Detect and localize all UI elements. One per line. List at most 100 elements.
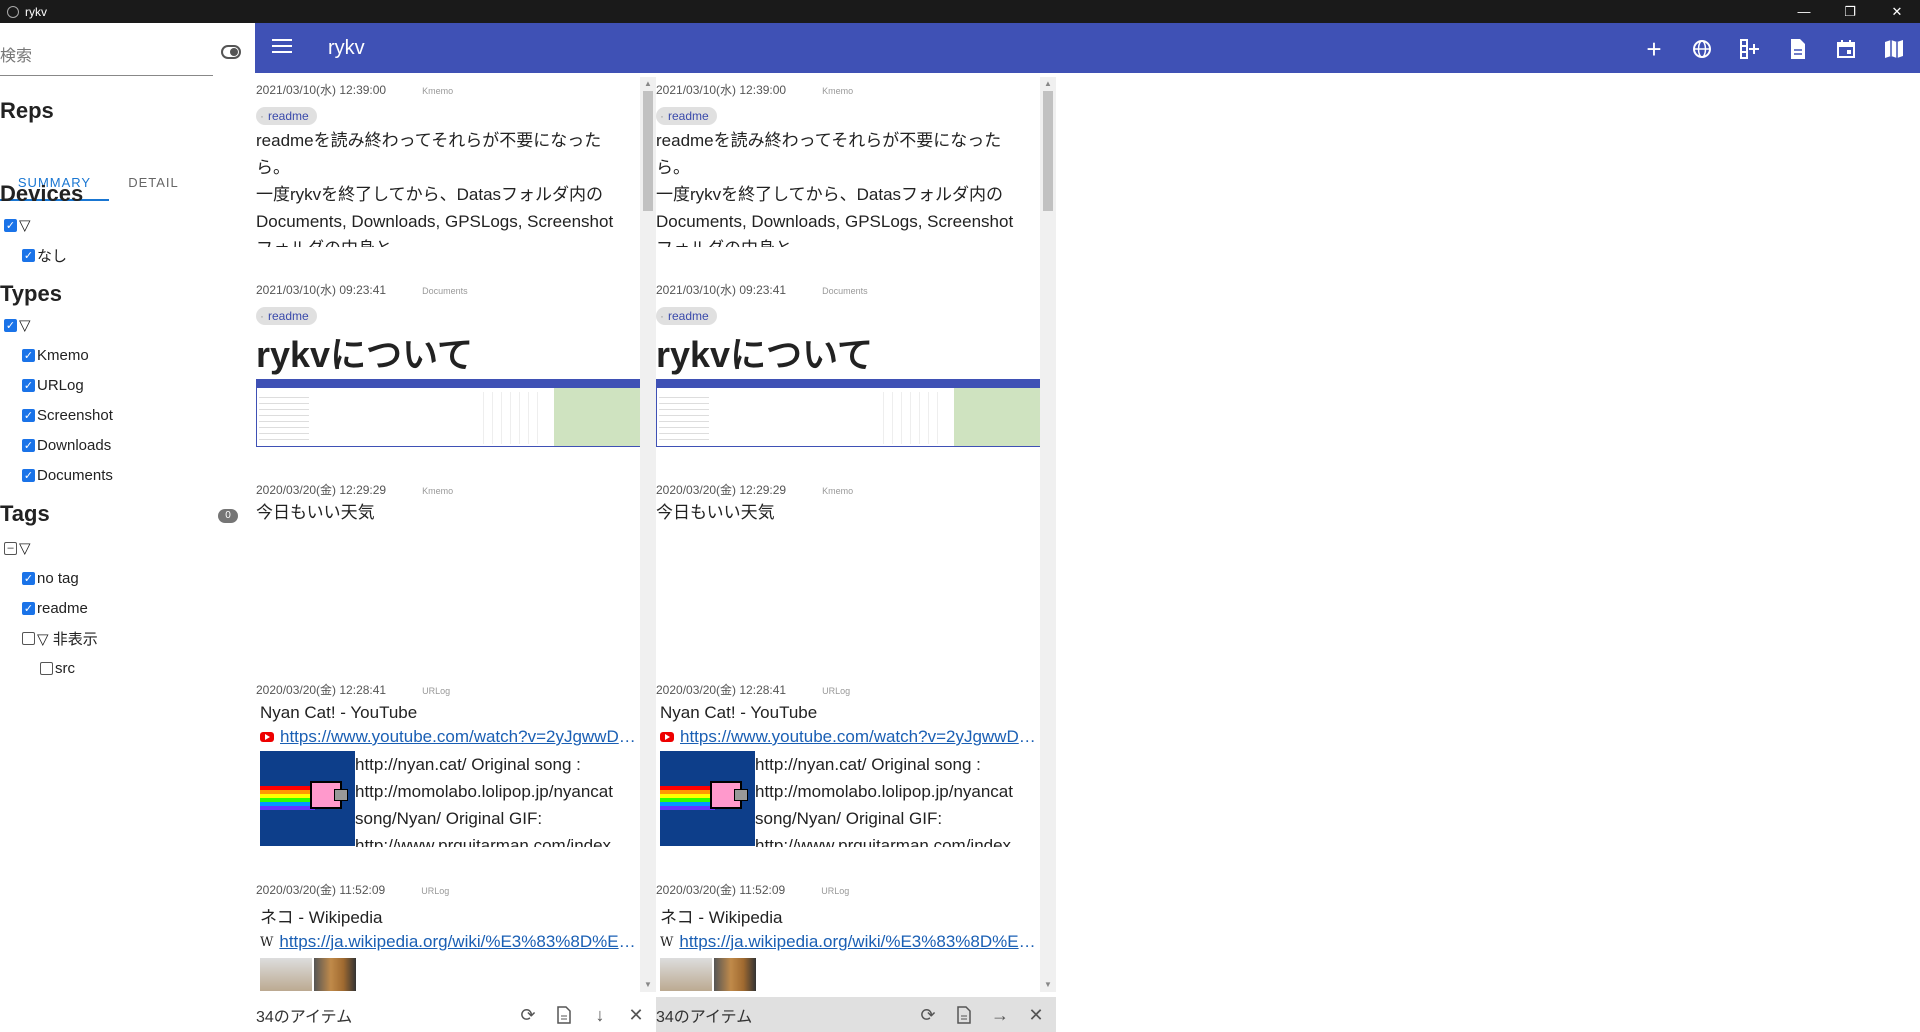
document-icon[interactable] (554, 1005, 574, 1025)
checkbox-icon[interactable]: ✓ (4, 218, 17, 232)
item-type: Documents (422, 286, 468, 296)
devices-heading: Devices (0, 181, 84, 206)
scrollbar[interactable]: ▲ ▼ (1040, 77, 1056, 992)
scroll-up-arrow-icon[interactable]: ▲ (1044, 79, 1052, 88)
tag-chip[interactable]: readme (656, 307, 717, 325)
scrollbar-thumb[interactable] (1043, 91, 1053, 211)
item-text: 今日もいい天気 (256, 503, 375, 522)
item-type: URLog (822, 686, 851, 696)
app-icon (7, 5, 19, 18)
checkbox-icon[interactable]: ✓ (22, 468, 35, 482)
device-item-none[interactable]: ✓ なし (22, 245, 67, 265)
item-datetime: 2021/03/10(水) 09:23:41 (256, 283, 387, 297)
menu-icon[interactable] (272, 39, 292, 55)
item-type: Kmemo (422, 486, 454, 496)
checkbox-icon[interactable] (40, 661, 53, 675)
tag-chip[interactable]: readme (656, 107, 717, 125)
type-item-downloads[interactable]: ✓ Downloads (22, 435, 111, 455)
devices-group-toggle[interactable]: ✓ ▽ (4, 215, 31, 235)
list-item[interactable]: 2021/03/10(水) 12:39:00 Kmemo readme readm… (256, 81, 641, 247)
tags-count-badge: 0 (218, 509, 238, 523)
item-list-pane-1[interactable]: 2021/03/10(水) 12:39:00 Kmemo readme readm… (256, 73, 656, 1032)
toggle-icon[interactable] (221, 45, 241, 59)
document-icon[interactable] (954, 1005, 974, 1025)
wikipedia-icon: W (260, 934, 274, 950)
type-item-urlog[interactable]: ✓ URLog (22, 375, 84, 395)
restore-button[interactable]: ❐ (1827, 0, 1873, 23)
list-item[interactable]: 2021/03/10(水) 12:39:00 Kmemo readme readm… (656, 81, 1041, 247)
url-link[interactable]: https://ja.wikipedia.org/wiki/%E3%83%8D%… (279, 932, 639, 952)
url-link[interactable]: https://www.youtube.com/watch?v=2yJgwwDc… (280, 727, 640, 747)
checkbox-icon[interactable]: ✓ (22, 248, 35, 262)
url-link[interactable]: https://ja.wikipedia.org/wiki/%E3%83%8D%… (679, 932, 1039, 952)
close-icon[interactable]: ✕ (1026, 1005, 1046, 1025)
calendar-icon[interactable] (1834, 37, 1858, 61)
tags-heading: Tags (0, 501, 50, 526)
scrollbar[interactable]: ▲ ▼ (640, 77, 656, 992)
tag-chip[interactable]: readme (256, 107, 317, 125)
refresh-icon[interactable]: ⟳ (918, 1005, 938, 1025)
checkbox-icon[interactable]: ✓ (22, 571, 35, 585)
list-item[interactable]: 2020/03/20(金) 11:52:09 URLog ネコ - Wikiped… (656, 881, 1041, 991)
refresh-icon[interactable]: ⟳ (518, 1005, 538, 1025)
item-type: Kmemo (822, 86, 854, 96)
scrollbar-thumb[interactable] (643, 91, 653, 211)
checkbox-icon[interactable]: ✓ (22, 348, 35, 362)
arrow-right-icon[interactable]: → (990, 1005, 1010, 1025)
tag-item-no-tag[interactable]: ✓ no tag (22, 568, 79, 588)
tag-item-readme[interactable]: ✓ readme (22, 598, 88, 618)
url-description: http://nyan.cat/ Original song : http://… (755, 755, 1013, 847)
list-item[interactable]: 2020/03/20(金) 12:29:29 Kmemo 今日もいい天気 (656, 481, 1041, 631)
item-count: 34のアイテム (656, 1008, 753, 1026)
list-item[interactable]: 2020/03/20(金) 12:28:41 URLog Nyan Cat! - … (256, 681, 641, 847)
checkbox-icon[interactable]: ✓ (22, 378, 35, 392)
globe-icon[interactable] (1690, 37, 1714, 61)
tags-group-toggle[interactable]: – ▽ (4, 538, 31, 558)
item-text: 今日もいい天気 (656, 503, 775, 522)
checkbox-icon[interactable]: ✓ (22, 408, 35, 422)
url-link[interactable]: https://www.youtube.com/watch?v=2yJgwwDc… (680, 727, 1040, 747)
arrow-down-icon[interactable]: ↓ (590, 1005, 610, 1025)
document-icon[interactable] (1786, 37, 1810, 61)
scroll-up-arrow-icon[interactable]: ▲ (644, 79, 652, 88)
checkbox-icon[interactable] (22, 631, 35, 645)
close-icon[interactable]: ✕ (626, 1005, 646, 1025)
item-type: URLog (821, 886, 850, 896)
document-preview-image (256, 379, 641, 447)
tag-chip[interactable]: readme (256, 307, 317, 325)
list-item[interactable]: 2020/03/20(金) 12:29:29 Kmemo 今日もいい天気 (256, 481, 641, 631)
document-title: rykvについて (256, 334, 473, 375)
tag-item-src[interactable]: src (40, 658, 75, 678)
url-title: Nyan Cat! - YouTube (660, 703, 818, 722)
add-column-icon[interactable] (1738, 37, 1762, 61)
wikipedia-icon: W (660, 934, 674, 950)
checkbox-icon[interactable]: ✓ (22, 438, 35, 452)
close-window-button[interactable]: ✕ (1874, 0, 1920, 23)
tab-detail[interactable]: DETAIL (109, 165, 198, 199)
add-icon[interactable]: + (1642, 34, 1666, 64)
search-input[interactable] (0, 40, 200, 70)
type-item-screenshot[interactable]: ✓ Screenshot (22, 405, 113, 425)
search-box (0, 40, 213, 76)
list-item[interactable]: 2020/03/20(金) 11:52:09 URLog ネコ - Wikiped… (256, 881, 641, 991)
minimize-button[interactable]: — (1781, 0, 1827, 23)
map-icon[interactable] (1882, 37, 1906, 61)
item-list-pane-2[interactable]: 2021/03/10(水) 12:39:00 Kmemo readme readm… (656, 73, 1056, 1032)
item-count: 34のアイテム (256, 1008, 353, 1026)
list-item[interactable]: 2020/03/20(金) 12:28:41 URLog Nyan Cat! - … (656, 681, 1041, 847)
checkbox-indeterminate-icon[interactable]: – (4, 541, 17, 555)
type-item-kmemo[interactable]: ✓ Kmemo (22, 345, 89, 365)
thumbnail-image (660, 958, 712, 991)
item-text: readmeを読み終わってそれらが不要になった ら。 一度rykvを終了してから… (256, 131, 614, 247)
checkbox-icon[interactable]: ✓ (4, 318, 17, 332)
checkbox-icon[interactable]: ✓ (22, 601, 35, 615)
scroll-down-arrow-icon[interactable]: ▼ (644, 980, 652, 989)
tag-item-hidden-group[interactable]: ▽ 非表示 (22, 628, 98, 648)
sidebar: Reps SUMMARY DETAIL Devices ✓▽ ✓なし Types… (0, 23, 255, 1032)
types-group-toggle[interactable]: ✓ ▽ (4, 315, 31, 335)
scroll-down-arrow-icon[interactable]: ▼ (1044, 980, 1052, 989)
list-item[interactable]: 2021/03/10(水) 09:23:41 Documents readme r… (256, 281, 641, 451)
type-item-documents[interactable]: ✓ Documents (22, 465, 113, 485)
thumbnail-image (260, 958, 312, 991)
list-item[interactable]: 2021/03/10(水) 09:23:41 Documents readme r… (656, 281, 1041, 451)
